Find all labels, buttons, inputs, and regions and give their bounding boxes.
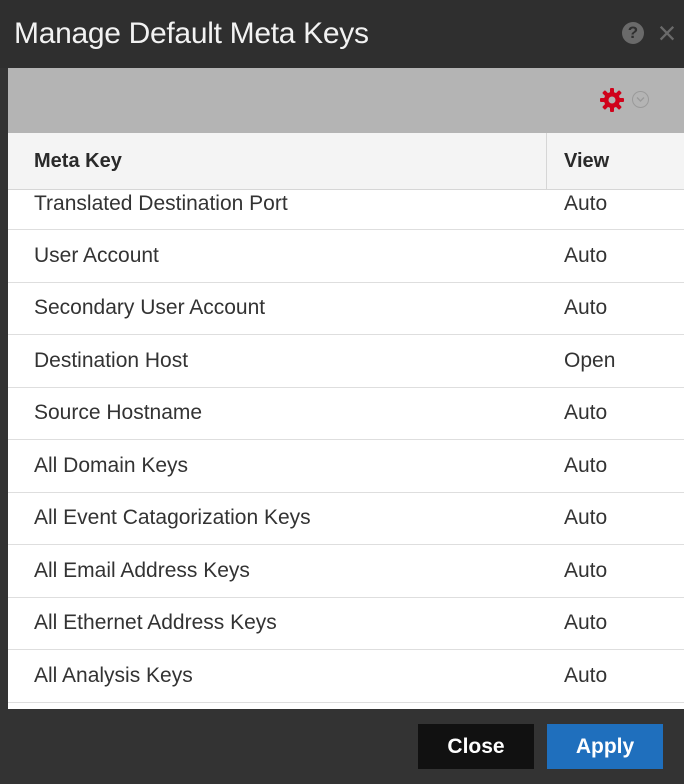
dialog-footer: Close Apply	[0, 709, 684, 784]
table-row[interactable]: All Analysis Keys Auto	[8, 650, 684, 703]
meta-key-cell: Destination Host	[34, 348, 189, 372]
table-row[interactable]: All Email Address Keys Auto	[8, 545, 684, 598]
meta-key-cell: User Account	[34, 243, 159, 267]
manage-default-meta-keys-dialog: Manage Default Meta Keys ? × Meta Key Vi…	[0, 0, 684, 784]
table-row[interactable]: Secondary User Account Auto	[8, 283, 684, 335]
table-row[interactable]: All Domain Keys Auto	[8, 440, 684, 493]
close-button[interactable]: Close	[418, 724, 534, 769]
meta-key-cell: All Email Address Keys	[34, 558, 250, 582]
column-header-meta-key[interactable]: Meta Key	[34, 133, 122, 189]
table-row[interactable]: All Event Catagorization Keys Auto	[8, 493, 684, 545]
table-body: Translated Destination Port Auto User Ac…	[8, 190, 684, 703]
view-cell[interactable]: Auto	[564, 454, 607, 478]
view-cell[interactable]: Auto	[564, 664, 607, 688]
meta-key-cell: All Ethernet Address Keys	[34, 611, 277, 635]
view-cell[interactable]: Open	[564, 349, 615, 373]
help-icon[interactable]: ?	[622, 22, 644, 44]
meta-key-cell: All Analysis Keys	[34, 663, 193, 687]
close-icon[interactable]: ×	[652, 16, 682, 50]
meta-key-cell: Source Hostname	[34, 401, 203, 425]
view-cell[interactable]: Auto	[564, 506, 607, 530]
table-row[interactable]: All Ethernet Address Keys Auto	[8, 598, 684, 650]
dialog-title: Manage Default Meta Keys	[14, 17, 369, 50]
meta-key-cell: Secondary User Account	[34, 296, 266, 320]
meta-keys-table: Meta Key View Translated Destination Por…	[8, 133, 684, 709]
gear-icon[interactable]	[598, 86, 626, 114]
view-cell[interactable]: Auto	[564, 401, 607, 425]
chevron-down-icon[interactable]	[632, 91, 649, 108]
column-divider[interactable]	[546, 133, 547, 189]
view-cell[interactable]: Auto	[564, 296, 607, 320]
apply-button[interactable]: Apply	[547, 724, 663, 769]
view-cell[interactable]: Auto	[564, 559, 607, 583]
view-cell[interactable]: Auto	[564, 192, 607, 216]
table-row[interactable]: Destination Host Open	[8, 335, 684, 388]
view-cell[interactable]: Auto	[564, 611, 607, 635]
column-header-view[interactable]: View	[564, 133, 609, 189]
table-row[interactable]: User Account Auto	[8, 230, 684, 283]
meta-key-cell: Translated Destination Port	[34, 192, 288, 215]
view-cell[interactable]: Auto	[564, 244, 607, 268]
table-header: Meta Key View	[8, 133, 684, 190]
dialog-titlebar: Manage Default Meta Keys ? ×	[0, 0, 684, 68]
meta-key-cell: All Event Catagorization Keys	[34, 506, 311, 530]
table-row[interactable]: Source Hostname Auto	[8, 388, 684, 440]
toolbar	[8, 68, 684, 133]
meta-key-cell: All Domain Keys	[34, 453, 189, 477]
table-row[interactable]: Translated Destination Port Auto	[8, 190, 684, 230]
